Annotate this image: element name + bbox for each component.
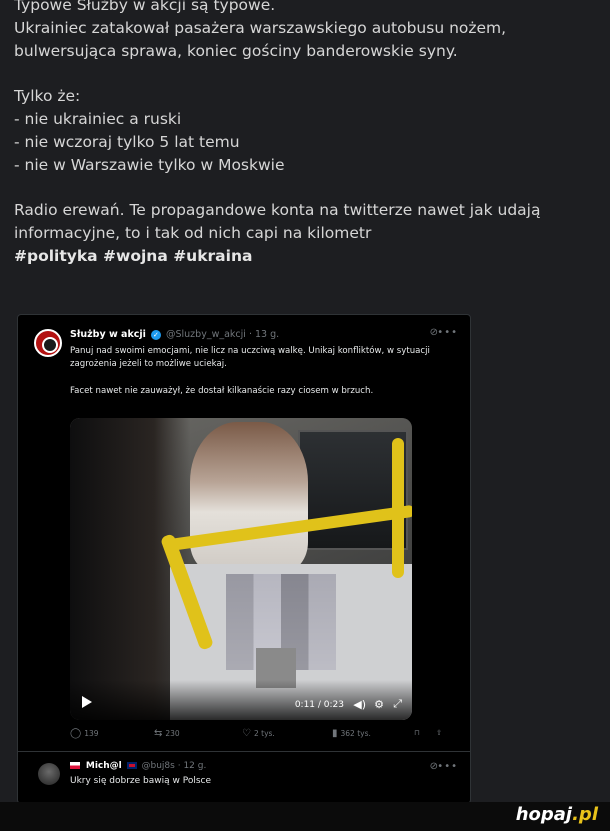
reply-author-name[interactable]: Mich@l (86, 761, 122, 771)
volume-icon[interactable]: ◀) (353, 698, 366, 711)
post-line: Tylko że: (14, 87, 81, 105)
settings-icon[interactable]: ⚙ (374, 698, 384, 711)
tweet-text-paragraph: Panuj nad swoimi emocjami, nie licz na u… (70, 346, 430, 369)
divider (18, 751, 470, 752)
repost-count: 230 (165, 729, 180, 738)
tweet-text: Panuj nad swoimi emocjami, nie licz na u… (70, 345, 460, 398)
reply-author-handle[interactable]: @buj8s (142, 761, 175, 771)
video-player[interactable]: 0:11 / 0:23 ◀) ⚙ ⤢ (70, 418, 412, 720)
post-line: - nie ukrainiec a ruski (14, 110, 182, 128)
reply-text: Ukry się dobrze bawią w Polsce (70, 776, 212, 786)
video-controls: 0:11 / 0:23 ◀) ⚙ ⤢ (70, 680, 412, 720)
play-icon[interactable] (82, 696, 92, 708)
post-hashtags[interactable]: #polityka #wojna #ukraina (14, 245, 604, 268)
reply-avatar[interactable] (38, 763, 60, 785)
site-logo: hopaj.pl (515, 804, 598, 825)
views-count: 362 tys. (340, 729, 371, 738)
views-icon: ▮ (332, 728, 338, 739)
post-line: - nie w Warszawie tylko w Moskwie (14, 156, 285, 174)
tweet-avatar[interactable] (34, 329, 62, 357)
fullscreen-icon[interactable]: ⤢ (393, 697, 402, 711)
reply-icon: ◯ (70, 728, 82, 739)
like-count: 2 tys. (253, 729, 275, 738)
reply-button[interactable]: ◯ 139 (70, 728, 99, 739)
post-line: Typowe Służby w akcji są typowe. (14, 0, 276, 14)
bookmark-icon[interactable]: ⊓ (414, 728, 420, 737)
verified-badge-icon: ✓ (150, 329, 161, 340)
like-button[interactable]: ♡ 2 tys. (242, 728, 275, 739)
reply-header: Mich@l @buj8s · 12 g. (70, 761, 206, 771)
tweet-author-name[interactable]: Służby w akcji (70, 329, 146, 340)
post-body: Typowe Służby w akcji są typowe. Ukraini… (14, 0, 604, 268)
post-line: - nie wczoraj tylko 5 lat temu (14, 133, 240, 151)
views-button[interactable]: ▮ 362 tys. (332, 728, 371, 739)
post-line: Ukrainiec zatakował pasażera warszawskie… (14, 19, 507, 37)
reply-age: · 12 g. (177, 761, 207, 771)
post-line: Radio erewań. Te propagandowe konta na t… (14, 201, 541, 219)
reply-count: 139 (84, 729, 99, 738)
tweet-author-handle[interactable]: @Sluzby_w_akcji (166, 329, 246, 340)
repost-button[interactable]: ⇆ 230 (154, 728, 180, 739)
poland-flag-icon (70, 762, 80, 769)
repost-icon: ⇆ (154, 728, 163, 739)
embedded-tweet: Służby w akcji ✓ @Sluzby_w_akcji · 13 g.… (17, 314, 471, 804)
tweet-age: · 13 g. (248, 329, 280, 340)
more-options-icon[interactable]: ••• (437, 761, 458, 772)
video-person (190, 422, 308, 572)
more-options-icon[interactable]: ••• (437, 327, 458, 338)
uk-flag-icon (126, 762, 137, 769)
heart-icon: ♡ (242, 728, 251, 739)
post-line: bulwersująca sprawa, koniec gościny band… (14, 42, 458, 60)
video-time: 0:11 / 0:23 (294, 700, 344, 710)
tweet-text-paragraph: Facet nawet nie zauważył, że dostał kilk… (70, 386, 374, 396)
share-icon[interactable]: ⇧ (436, 728, 442, 737)
tweet-header: Służby w akcji ✓ @Sluzby_w_akcji · 13 g. (70, 329, 279, 340)
post-line: informacyjne, to i tak od nich capi na k… (14, 224, 372, 242)
